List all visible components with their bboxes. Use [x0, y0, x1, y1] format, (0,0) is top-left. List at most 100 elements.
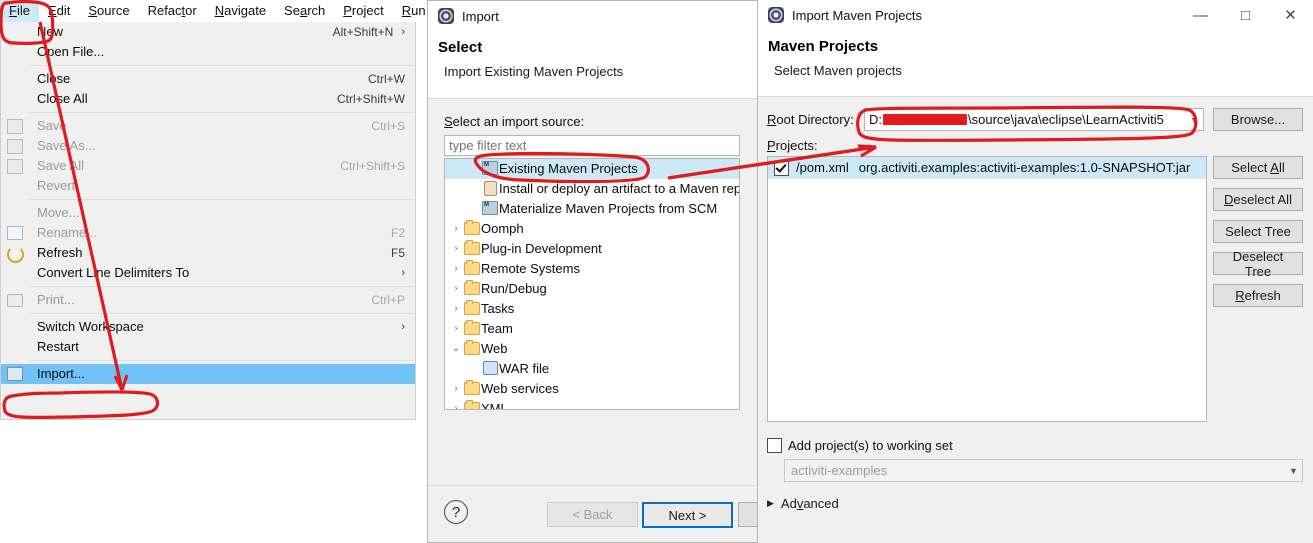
menubar-item-edit[interactable]: Edit	[39, 0, 79, 22]
tree-item-materialize-maven-projects-from-scm[interactable]: Materialize Maven Projects from SCM	[445, 195, 739, 219]
chevron-right-icon[interactable]: ›	[449, 379, 463, 399]
menubar-item-file[interactable]: File	[0, 0, 39, 22]
projects-list[interactable]: /pom.xml org.activiti.examples:activiti-e…	[767, 156, 1207, 422]
redaction-bar	[883, 114, 967, 125]
print-icon	[7, 293, 23, 307]
next-button[interactable]: Next >	[642, 502, 733, 528]
menu-item-import[interactable]: Import...	[1, 364, 415, 384]
back-button[interactable]: < Back	[547, 502, 638, 527]
import-dialog-body: Select an import source: Existing Maven …	[428, 100, 757, 485]
folder-icon	[463, 319, 481, 339]
menu-item-switch-workspace[interactable]: Switch Workspace ›	[1, 317, 415, 337]
menu-item-shortcut: Ctrl+W	[368, 72, 405, 86]
import-source-tree[interactable]: Existing Maven Projects Install or deploy…	[444, 158, 740, 410]
folder-icon	[463, 339, 481, 359]
project-row[interactable]: /pom.xml org.activiti.examples:activiti-e…	[768, 157, 1206, 179]
menu-item-close[interactable]: Close Ctrl+W	[1, 69, 415, 89]
select-all-button-label: Select All	[1231, 160, 1285, 175]
menubar-item-project[interactable]: Project	[334, 0, 392, 22]
tree-item-plug-in-development[interactable]: › Plug-in Development	[445, 239, 739, 259]
menu-item-move: Move...	[1, 203, 415, 223]
tree-item-war-file[interactable]: WAR file	[445, 359, 739, 379]
deselect-tree-button-label: Deselect Tree	[1232, 248, 1284, 279]
menubar-item-run[interactable]: Run	[393, 0, 427, 22]
maximize-icon[interactable]: □	[1223, 0, 1268, 30]
tree-item-existing-maven-projects[interactable]: Existing Maven Projects	[445, 159, 739, 179]
file-dropdown-menu: New Alt+Shift+N › Open File... Close Ctrl+W Cl…	[0, 22, 416, 420]
minimize-icon[interactable]: —	[1178, 0, 1223, 30]
cancel-button-clipped[interactable]	[738, 502, 757, 527]
tree-item-oomph[interactable]: › Oomph	[445, 219, 739, 239]
tree-item-label: Plug-in Development	[481, 241, 602, 256]
triangle-right-icon: ▶	[767, 498, 774, 508]
chevron-right-icon[interactable]: ›	[449, 319, 463, 339]
menubar-item-refactor[interactable]: Refactor	[139, 0, 206, 22]
filter-input[interactable]	[444, 135, 740, 156]
tree-item-remote-systems[interactable]: › Remote Systems	[445, 259, 739, 279]
advanced-section-toggle[interactable]: ▶ Advanced	[767, 496, 839, 511]
folder-icon	[463, 219, 481, 239]
tree-item-web-services[interactable]: › Web services	[445, 379, 739, 399]
browse-button[interactable]: Browse...	[1213, 108, 1303, 131]
working-set-value: activiti-examples	[791, 463, 888, 478]
tree-item-web[interactable]: ⌄ Web	[445, 339, 739, 359]
chevron-right-icon[interactable]: ›	[449, 299, 463, 319]
deselect-all-button[interactable]: Deselect All	[1213, 188, 1303, 211]
maven-dialog-header: Maven Projects Select Maven projects	[758, 30, 1313, 97]
tree-item-team[interactable]: › Team	[445, 319, 739, 339]
select-all-button[interactable]: Select All	[1213, 156, 1303, 179]
menu-separator	[3, 360, 413, 361]
tree-item-label: XML	[481, 401, 508, 410]
save-all-icon	[7, 159, 23, 174]
menu-item-refresh[interactable]: Refresh F5	[1, 243, 415, 263]
menu-item-new[interactable]: New Alt+Shift+N ›	[1, 22, 415, 42]
chevron-right-icon[interactable]: ›	[449, 399, 463, 409]
chevron-down-icon[interactable]: ▼	[1186, 109, 1203, 130]
maven-page-subtitle: Select Maven projects	[774, 63, 902, 78]
root-directory-combo[interactable]: D: \source\java\eclipse\LearnActiviti5 ▼	[864, 108, 1204, 131]
import-source-label-text: elect an import source:	[452, 114, 585, 129]
menu-item-restart[interactable]: Restart	[1, 337, 415, 357]
menu-item-label: Open File...	[37, 44, 105, 59]
working-set-checkbox-row[interactable]: Add project(s) to working set	[767, 438, 953, 453]
chevron-down-icon[interactable]: ▼	[1285, 460, 1302, 481]
menu-item-save-all: Save All Ctrl+Shift+S	[1, 156, 415, 176]
close-icon[interactable]: ✕	[1268, 0, 1313, 30]
eclipse-wizard-icon	[438, 8, 454, 24]
project-checkbox[interactable]	[774, 160, 789, 176]
chevron-right-icon[interactable]: ›	[449, 219, 463, 239]
help-icon[interactable]: ?	[444, 500, 468, 524]
menubar-item-source[interactable]: Source	[79, 0, 138, 22]
menu-item-open-file[interactable]: Open File...	[1, 42, 415, 62]
deselect-tree-button[interactable]: Deselect Tree	[1213, 249, 1303, 279]
refresh-button[interactable]: Refresh	[1213, 284, 1303, 307]
maven-dialog-titlebar: Import Maven Projects — □ ✕	[758, 0, 1313, 30]
menu-item-save-as: Save As...	[1, 136, 415, 156]
import-icon	[7, 367, 23, 381]
tree-item-tasks[interactable]: › Tasks	[445, 299, 739, 319]
menu-item-close-all[interactable]: Close All Ctrl+Shift+W	[1, 89, 415, 109]
chevron-right-icon[interactable]: ›	[449, 279, 463, 299]
chevron-right-icon[interactable]: ›	[449, 259, 463, 279]
tree-item-label: Oomph	[481, 221, 524, 236]
maven-project-icon	[481, 159, 499, 179]
tree-item-run-debug[interactable]: › Run/Debug	[445, 279, 739, 299]
tree-item-label: Install or deploy an artifact to a Maven…	[499, 181, 740, 196]
menubar-item-navigate[interactable]: Navigate	[206, 0, 275, 22]
menubar-item-search[interactable]: Search	[275, 0, 334, 22]
file-menu-item-list: New Alt+Shift+N › Open File... Close Ctrl+W Cl…	[1, 22, 415, 384]
tree-item-label: Existing Maven Projects	[499, 161, 638, 176]
browse-button-label: Browse...	[1230, 112, 1286, 127]
tree-item-label: WAR file	[499, 361, 550, 376]
menu-item-label: Switch Workspace	[37, 319, 144, 334]
working-set-checkbox[interactable]	[767, 438, 782, 453]
project-coordinates: org.activiti.examples:activiti-examples:…	[858, 160, 1191, 175]
working-set-combo[interactable]: activiti-examples ▼	[784, 459, 1303, 482]
chevron-right-icon[interactable]: ›	[449, 239, 463, 259]
chevron-down-icon[interactable]: ⌄	[449, 339, 463, 359]
tree-item-xml[interactable]: › XML	[445, 399, 739, 410]
select-tree-button[interactable]: Select Tree	[1213, 220, 1303, 243]
folder-icon	[463, 279, 481, 299]
tree-item-install-or-deploy-an-artifact-to-a-maven-rep[interactable]: Install or deploy an artifact to a Maven…	[445, 179, 739, 199]
menu-item-convert-line-delimiters-to[interactable]: Convert Line Delimiters To ›	[1, 263, 415, 283]
